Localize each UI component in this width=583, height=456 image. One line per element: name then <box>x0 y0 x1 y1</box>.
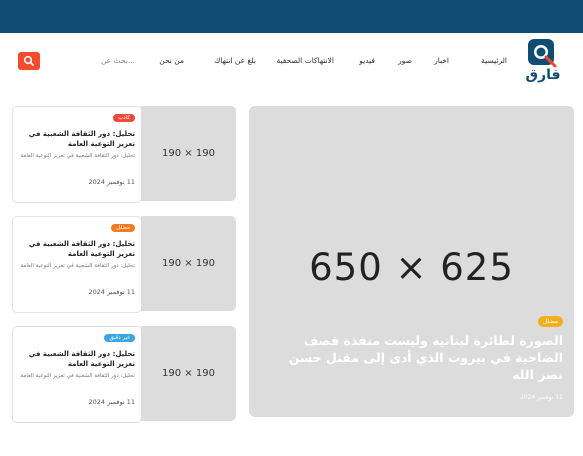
card-text-panel: مضلل تحليل: دور الثقافة الشعبية في تعزيز… <box>12 216 142 313</box>
card-subtitle: تحليل: دور الثقافة الشعبية في تعزيز التو… <box>20 263 135 269</box>
card-image[interactable]: 190 × 190 <box>141 106 236 201</box>
card-text-panel: غير دقيق تحليل: دور الثقافة الشعبية في ت… <box>12 326 142 423</box>
card-image-placeholder: 190 × 190 <box>162 368 215 379</box>
card-status-badge: مضلل <box>111 224 135 232</box>
nav-item-photos[interactable]: صور <box>398 56 412 65</box>
card-image-placeholder: 190 × 190 <box>162 148 215 159</box>
card-subtitle: تحليل: دور الثقافة الشعبية في تعزيز التو… <box>20 153 135 159</box>
search-button[interactable] <box>18 52 40 70</box>
card-title[interactable]: تحليل: دور الثقافة الشعبية في تعزيز التو… <box>20 349 135 369</box>
nav-item-about[interactable]: من نحن <box>159 56 184 65</box>
nav-item-report-violation[interactable]: بلغ عن انتهاك <box>214 56 256 65</box>
nav-item-press-violations[interactable]: الانتهاكات الصحفية <box>276 56 334 65</box>
nav-item-news[interactable]: اخبار <box>434 56 449 65</box>
card-subtitle: تحليل: دور الثقافة الشعبية في تعزيز التو… <box>20 373 135 379</box>
article-card[interactable]: كاذب تحليل: دور الثقافة الشعبية في تعزيز… <box>12 106 236 203</box>
hero-status-badge: مضلل <box>538 316 563 327</box>
search-icon <box>23 55 34 66</box>
hero-article[interactable]: 650 × 625 مضلل الصورة لطائرة لبنانية ولي… <box>249 106 574 417</box>
nav-item-home[interactable]: الرئيسية <box>481 56 507 65</box>
search-input[interactable]: بحث عن... <box>45 52 135 70</box>
article-card[interactable]: مضلل تحليل: دور الثقافة الشعبية في تعزيز… <box>12 216 236 313</box>
nav-item-videos[interactable]: فيديو <box>359 56 375 65</box>
card-image[interactable]: 190 × 190 <box>141 216 236 311</box>
magnifier-logo-icon <box>528 39 557 68</box>
card-status-badge: غير دقيق <box>104 334 135 342</box>
card-image-placeholder: 190 × 190 <box>162 258 215 269</box>
card-status-badge: كاذب <box>113 114 135 122</box>
card-date: 11 نوفمبر 2024 <box>88 288 135 296</box>
card-title[interactable]: تحليل: دور الثقافة الشعبية في تعزيز التو… <box>20 239 135 259</box>
hero-image-placeholder: 650 × 625 <box>309 246 514 289</box>
article-card[interactable]: غير دقيق تحليل: دور الثقافة الشعبية في ت… <box>12 326 236 423</box>
card-title[interactable]: تحليل: دور الثقافة الشعبية في تعزيز التو… <box>20 129 135 149</box>
logo-text: فارق <box>525 67 561 83</box>
hero-title[interactable]: الصورة لطائرة لبنانية وليست منفذة قصف ال… <box>263 332 563 383</box>
card-text-panel: كاذب تحليل: دور الثقافة الشعبية في تعزيز… <box>12 106 142 203</box>
card-date: 11 نوفمبر 2024 <box>88 398 135 406</box>
card-image[interactable]: 190 × 190 <box>141 326 236 421</box>
top-bar <box>0 0 583 33</box>
card-date: 11 نوفمبر 2024 <box>88 178 135 186</box>
hero-date: 11 نوفمبر 2024 <box>520 394 563 401</box>
